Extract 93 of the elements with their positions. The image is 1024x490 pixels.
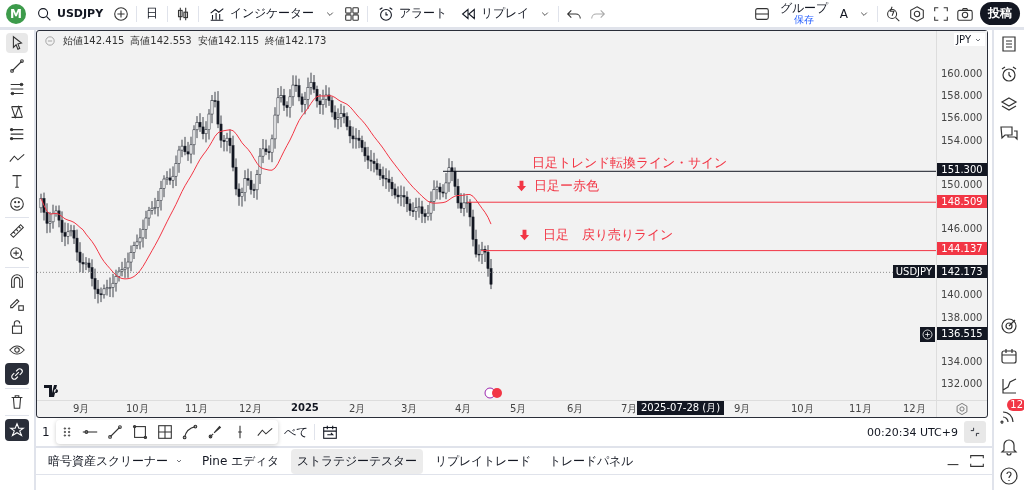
time-label: 10月 xyxy=(126,402,149,416)
price-tick: 156.000 xyxy=(941,112,983,123)
annotation-text[interactable]: 日足トレンド転換ライン・サイン xyxy=(532,154,727,172)
time-label: 9月 xyxy=(73,402,90,416)
price-tick: 146.000 xyxy=(941,223,983,234)
trend-line-icon[interactable] xyxy=(105,423,124,441)
link-tool-button[interactable] xyxy=(5,363,29,385)
pattern-icon xyxy=(8,103,26,121)
avatar[interactable]: M xyxy=(6,3,26,24)
ruler-icon xyxy=(8,222,26,240)
curve-icon[interactable] xyxy=(180,423,199,441)
alert-button[interactable]: アラート xyxy=(374,2,451,25)
price-tag: 148.509 xyxy=(937,195,987,208)
time-label: 12月 xyxy=(903,402,926,416)
calendar-icon[interactable] xyxy=(999,346,1019,366)
group-button[interactable]: グループ 保存 xyxy=(776,1,831,26)
time-label: 5月 xyxy=(510,402,527,416)
alarm-clock-icon[interactable] xyxy=(999,64,1019,84)
time-label: 10月 xyxy=(791,402,814,416)
clock-text[interactable]: 00:20:34 UTC+9 xyxy=(867,425,958,439)
interval-label[interactable]: 1 xyxy=(42,425,50,439)
price-tick: 150.000 xyxy=(941,179,983,190)
price-tick: 154.000 xyxy=(941,135,983,146)
annotation-text[interactable]: 日足 戻り売りライン xyxy=(543,226,673,244)
indicators-button[interactable]: インジケーター xyxy=(205,2,318,25)
panel-tab[interactable]: 暗号資産スクリーナー xyxy=(42,448,190,474)
rect-icon[interactable] xyxy=(130,423,149,441)
add-symbol-icon[interactable] xyxy=(112,4,131,23)
star-tool-button[interactable] xyxy=(5,419,29,441)
price-tick: 134.000 xyxy=(941,356,983,367)
price-tick: 140.000 xyxy=(941,289,983,300)
price-tag: 151.300 xyxy=(937,163,987,176)
time-label: 11月 xyxy=(849,402,872,416)
horizontal-line[interactable] xyxy=(442,170,936,172)
settings-icon[interactable] xyxy=(908,4,926,23)
smiley-icon xyxy=(8,195,26,213)
time-label: 7月 xyxy=(621,402,638,416)
fullscreen-icon[interactable] xyxy=(932,4,950,23)
brush-icon[interactable] xyxy=(205,423,224,441)
time-label: 6月 xyxy=(567,402,584,416)
magnet-icon xyxy=(8,272,26,290)
link-icon xyxy=(8,365,26,383)
ohlc-value: 安値142.115 xyxy=(197,34,260,48)
time-label: 2025 xyxy=(291,402,319,413)
collapse-icon xyxy=(968,425,982,439)
star-icon xyxy=(8,421,26,439)
panel-tab[interactable]: ストラテジーテスター xyxy=(291,448,424,474)
watchlist-icon[interactable] xyxy=(999,34,1019,54)
time-label: 4月 xyxy=(455,402,472,416)
zoom-icon xyxy=(8,245,26,263)
price-tick: 132.000 xyxy=(941,378,983,389)
ohlc-value: 終値142.173 xyxy=(265,34,327,48)
time-label: 12月 xyxy=(239,402,262,416)
target-icon[interactable] xyxy=(999,316,1019,336)
ohlc-value: 始値142.415 xyxy=(63,34,125,48)
time-label: 11月 xyxy=(185,402,208,416)
quick-search-icon[interactable] xyxy=(884,4,902,23)
layout-letter-button[interactable]: A xyxy=(836,4,851,23)
symbol-search-button[interactable]: USDJPY xyxy=(32,2,107,25)
grid-rect-icon[interactable] xyxy=(155,423,174,441)
time-label: 2月 xyxy=(349,402,366,416)
help-icon[interactable] xyxy=(999,466,1019,486)
symbol-tag: USDJPY xyxy=(892,265,935,278)
grid-icon[interactable] xyxy=(343,4,362,23)
price-tag: 142.173 xyxy=(937,265,987,278)
calendar-icon[interactable] xyxy=(320,423,339,441)
notification-badge: 12 xyxy=(1007,399,1024,411)
parallel-lines-icon xyxy=(8,80,26,98)
currency-selector[interactable]: JPY xyxy=(954,33,985,46)
publish-button[interactable]: 投稿 xyxy=(980,2,1020,25)
price-tag: 136.515 xyxy=(937,327,987,340)
panel-tab[interactable]: リプレイトレード xyxy=(429,448,538,474)
panel-tab[interactable]: トレードパネル xyxy=(543,448,640,474)
price-tick: 158.000 xyxy=(941,90,983,101)
replay-button[interactable]: リプレイ xyxy=(456,2,533,25)
horizontal-line[interactable] xyxy=(480,250,936,252)
maximize-icon[interactable] xyxy=(968,452,986,470)
time-label: 9月 xyxy=(734,402,751,416)
panel-tab[interactable]: Pine エディタ xyxy=(196,448,286,474)
interval-button[interactable]: 日 xyxy=(143,3,162,24)
ohlc-value: 高値142.553 xyxy=(130,34,192,48)
chart-icon[interactable] xyxy=(999,376,1019,396)
price-tag: 144.137 xyxy=(937,242,987,255)
time-label: 3月 xyxy=(401,402,418,416)
price-tick: 138.000 xyxy=(941,312,983,323)
time-label: 2025-07-28 (月) xyxy=(637,401,725,415)
price-tick: 160.000 xyxy=(941,68,983,79)
range-label[interactable]: べて xyxy=(283,423,308,441)
add-alert-icon[interactable] xyxy=(920,327,935,342)
bell-icon[interactable] xyxy=(999,436,1019,456)
cursor-tool-button[interactable] xyxy=(6,33,28,53)
trend-line-icon xyxy=(8,57,26,75)
annotation-text[interactable]: 日足ー赤色 xyxy=(534,177,599,195)
